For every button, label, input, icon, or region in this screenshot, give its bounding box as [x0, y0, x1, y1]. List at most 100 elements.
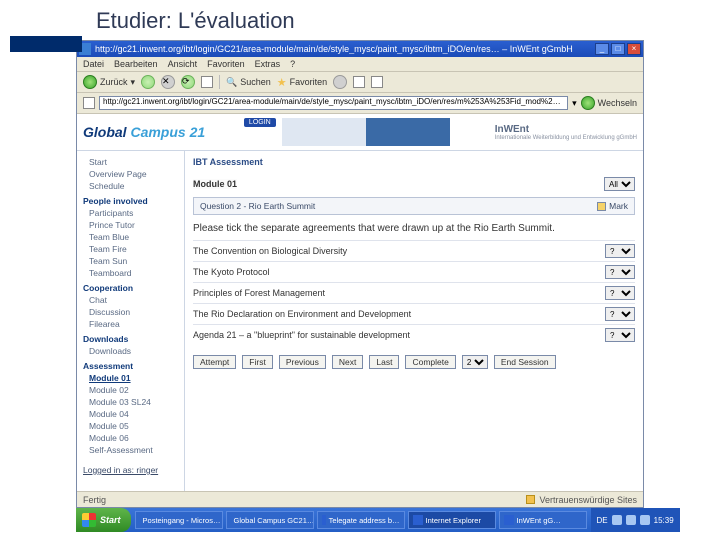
first-button[interactable]: First — [242, 355, 273, 369]
sidebar-item[interactable]: Prince Tutor — [83, 220, 178, 230]
system-tray[interactable]: DE 15:39 — [591, 508, 680, 532]
sidebar-item[interactable]: Overview Page — [83, 169, 178, 179]
option-row: The Kyoto Protocol? — [193, 261, 635, 282]
security-zone: Vertrauenswürdige Sites — [539, 495, 637, 505]
address-bar: http://gc21.inwent.org/ibt/login/GC21/ar… — [77, 93, 643, 114]
main-content: IBT Assessment Module 01 All Question 2 … — [185, 151, 643, 491]
sidebar-item[interactable]: Module 04 — [83, 409, 178, 419]
back-button[interactable]: Zurück ▾ — [83, 75, 135, 89]
gc21-logo: Global Campus 21 — [83, 124, 205, 140]
option-select[interactable]: ? — [605, 286, 635, 300]
minimize-button[interactable]: _ — [595, 43, 609, 55]
sidebar-item-module01[interactable]: Module 01 — [83, 373, 178, 383]
page-icon — [83, 97, 95, 109]
go-icon — [581, 96, 595, 110]
sidebar-item[interactable]: Filearea — [83, 319, 178, 329]
lock-icon — [526, 495, 535, 504]
sidebar-heading-people: People involved — [83, 196, 178, 206]
sidebar-item[interactable]: Self-Assessment — [83, 445, 178, 455]
taskbar-item[interactable]: Telegate address b… — [317, 511, 405, 529]
sidebar-item[interactable]: Team Sun — [83, 256, 178, 266]
complete-button[interactable]: Complete — [405, 355, 455, 369]
question-label: Question 2 - Rio Earth Summit — [200, 201, 315, 211]
sidebar-item[interactable]: Team Blue — [83, 232, 178, 242]
maximize-button[interactable]: □ — [611, 43, 625, 55]
sidebar-item[interactable]: Module 03 SL24 — [83, 397, 178, 407]
portal-header: Global Campus 21 LOGIN InWEntInternation… — [77, 114, 643, 151]
history-button[interactable] — [333, 75, 347, 89]
status-bar: Fertig Vertrauenswürdige Sites — [77, 491, 643, 507]
menu-bar: Datei Bearbeiten Ansicht Favoriten Extra… — [77, 57, 643, 72]
tray-icon[interactable] — [626, 515, 636, 525]
sidebar-item[interactable]: Module 06 — [83, 433, 178, 443]
clock: 15:39 — [654, 516, 674, 525]
start-button[interactable]: Start — [76, 508, 131, 532]
refresh-button[interactable]: ⟳ — [181, 75, 195, 89]
slide-title: Etudier: L'évaluation — [0, 0, 720, 40]
sidebar-item[interactable]: Schedule — [83, 181, 178, 191]
stop-button[interactable]: ✕ — [161, 75, 175, 89]
option-select[interactable]: ? — [605, 244, 635, 258]
print-button[interactable] — [371, 76, 383, 88]
mark-toggle[interactable]: Mark — [597, 201, 628, 211]
menu-help[interactable]: ? — [290, 59, 295, 69]
header-banner: LOGIN — [250, 118, 450, 146]
inwent-logo: InWEntInternationale Weiterbildung und E… — [495, 124, 637, 141]
sidebar-item[interactable]: Discussion — [83, 307, 178, 317]
taskbar-item[interactable]: Posteingang - Micros… — [135, 511, 223, 529]
close-button[interactable]: × — [627, 43, 641, 55]
url-input[interactable]: http://gc21.inwent.org/ibt/login/GC21/ar… — [99, 96, 568, 110]
tray-icon[interactable] — [640, 515, 650, 525]
sidebar-item[interactable]: Downloads — [83, 346, 178, 356]
ie-icon — [413, 515, 423, 525]
menu-favorites[interactable]: Favoriten — [207, 59, 245, 69]
menu-edit[interactable]: Bearbeiten — [114, 59, 158, 69]
taskbar-item[interactable]: InWEnt gG… — [499, 511, 587, 529]
tray-icon[interactable] — [612, 515, 622, 525]
back-icon — [83, 75, 97, 89]
forward-button[interactable] — [141, 75, 155, 89]
option-select[interactable]: ? — [605, 265, 635, 279]
last-button[interactable]: Last — [369, 355, 399, 369]
status-text: Fertig — [83, 495, 106, 505]
sidebar-item[interactable]: Participants — [83, 208, 178, 218]
menu-file[interactable]: Datei — [83, 59, 104, 69]
search-button[interactable]: 🔍 Suchen — [226, 77, 271, 88]
sidebar-item[interactable]: Team Fire — [83, 244, 178, 254]
sidebar-heading-cooperation: Cooperation — [83, 283, 178, 293]
sidebar-item[interactable]: Module 02 — [83, 385, 178, 395]
filter-select[interactable]: All — [604, 177, 635, 191]
next-button[interactable]: Next — [332, 355, 363, 369]
app-icon — [322, 515, 326, 525]
end-session-button[interactable]: End Session — [494, 355, 556, 369]
page-select[interactable]: 2 — [462, 355, 488, 369]
window-title: http://gc21.inwent.org/ibt/login/GC21/ar… — [95, 44, 595, 54]
mail-button[interactable] — [353, 76, 365, 88]
question-instruction: Please tick the separate agreements that… — [193, 219, 635, 240]
menu-view[interactable]: Ansicht — [168, 59, 198, 69]
sidebar-heading-assessment: Assessment — [83, 361, 178, 371]
language-indicator[interactable]: DE — [597, 516, 608, 525]
previous-button[interactable]: Previous — [279, 355, 326, 369]
sidebar-item[interactable]: Chat — [83, 295, 178, 305]
option-select[interactable]: ? — [605, 307, 635, 321]
taskbar-item[interactable]: Global Campus GC21… — [226, 511, 314, 529]
go-button[interactable]: Wechseln — [581, 96, 637, 110]
attempt-button[interactable]: Attempt — [193, 355, 236, 369]
option-row: Principles of Forest Management? — [193, 282, 635, 303]
option-select[interactable]: ? — [605, 328, 635, 342]
sidebar-item[interactable]: Module 05 — [83, 421, 178, 431]
menu-extras[interactable]: Extras — [255, 59, 281, 69]
favorites-button[interactable]: ★Favoriten — [277, 76, 327, 89]
sidebar-item[interactable]: Start — [83, 157, 178, 167]
app-icon — [504, 515, 514, 525]
page-title: IBT Assessment — [193, 157, 635, 167]
sidebar-item[interactable]: Teamboard — [83, 268, 178, 278]
taskbar-item-active[interactable]: Internet Explorer — [408, 511, 496, 529]
browser-window: http://gc21.inwent.org/ibt/login/GC21/ar… — [76, 40, 644, 508]
home-button[interactable] — [201, 76, 213, 88]
option-row: Agenda 21 – a "blueprint" for sustainabl… — [193, 324, 635, 345]
taskbar: Start Posteingang - Micros… Global Campu… — [76, 508, 644, 532]
option-row: The Rio Declaration on Environment and D… — [193, 303, 635, 324]
login-button[interactable]: LOGIN — [244, 118, 276, 127]
